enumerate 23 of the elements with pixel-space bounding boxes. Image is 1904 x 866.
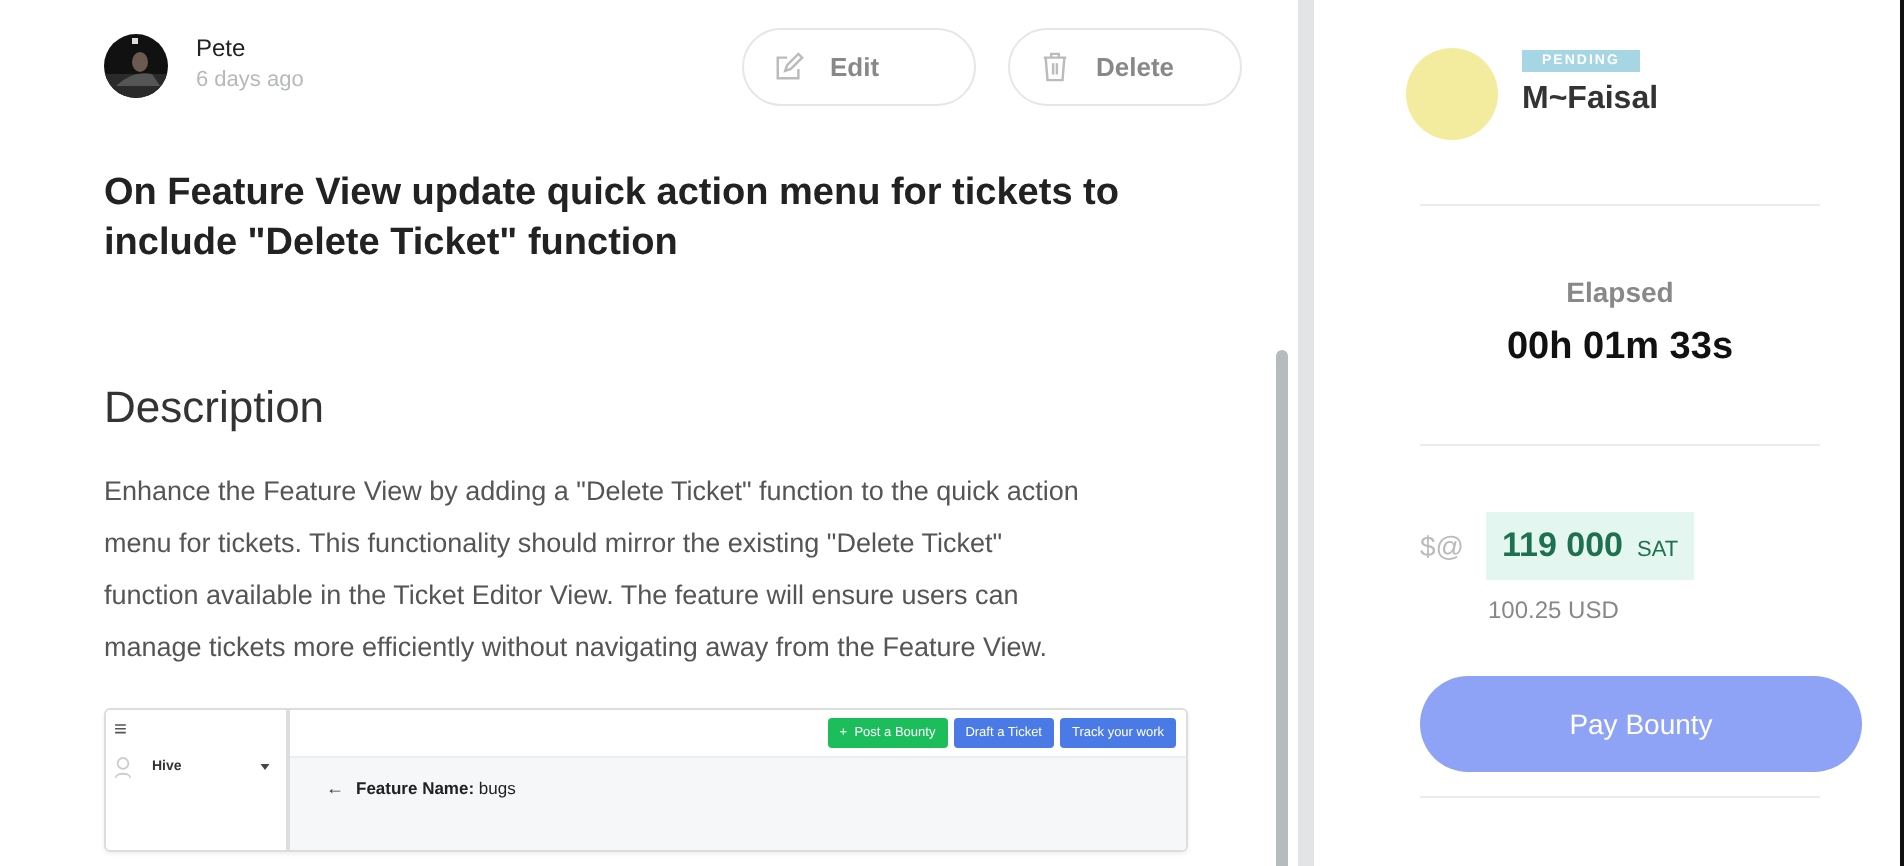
caret-icon[interactable] [260, 764, 270, 770]
pencil-icon [774, 51, 804, 81]
user-icon [114, 756, 132, 778]
elapsed-label: Elapsed [1566, 276, 1674, 308]
feature-name: Feature Name: bugs [356, 778, 516, 798]
elapsed-time: 00h 01m 33s [1506, 326, 1734, 370]
menu-icon[interactable]: ≡ [114, 720, 127, 740]
scrollbar-thumb[interactable] [1276, 350, 1288, 866]
edit-button[interactable]: Edit [742, 27, 976, 105]
assignee-name: M~Faisal [1522, 82, 1659, 118]
author-name: Pete [196, 34, 248, 62]
delete-button[interactable]: Delete [1008, 27, 1242, 105]
currency-symbol: $@ [1420, 530, 1464, 562]
post-time: 6 days ago [196, 68, 304, 92]
ticket-title: On Feature View update quick action menu for tickets to include "Delete Ticket" function [104, 170, 1121, 268]
usd-amount: 100.25 USD [1488, 596, 1621, 624]
trash-icon [1040, 51, 1070, 81]
section-heading: Description [104, 380, 327, 436]
back-arrow[interactable]: ← [326, 778, 344, 798]
avatar-icon [1406, 48, 1498, 140]
bounty-amount: 119 000 SAT [1486, 512, 1695, 580]
pay-bounty-button[interactable]: Pay Bounty [1420, 676, 1862, 772]
description-text: Enhance the Feature View by adding a "Delete Ticket" function to the quick action menu for tickets. This functionality should mirror the existing "Delete Ticket" function available in the Ticket Editor View. The feature will ensure users can manage tickets more efficiently without navigating away from the Feature View. [104, 474, 1081, 666]
